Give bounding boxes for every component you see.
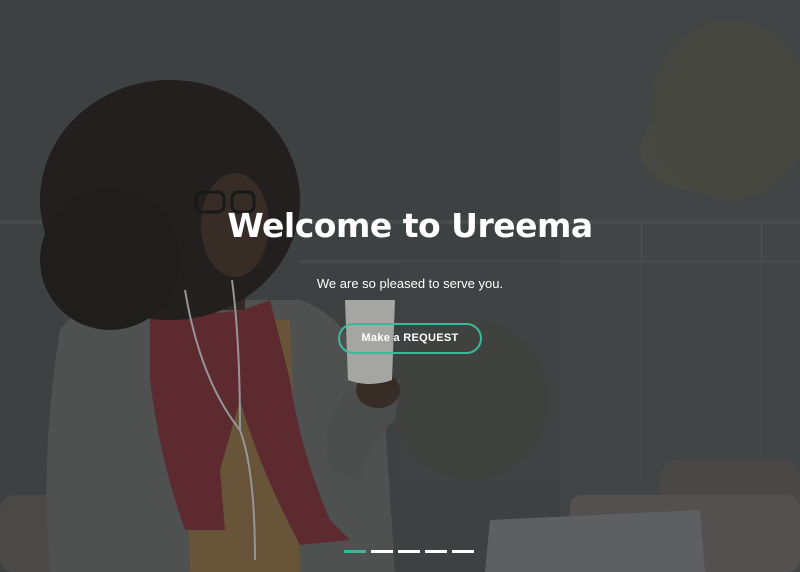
hero-content: Welcome to Ureema We are so pleased to s… (0, 0, 800, 572)
hero-section: Welcome to Ureema We are so pleased to s… (0, 0, 800, 572)
make-request-button[interactable]: Make a REQUEST (338, 323, 482, 354)
slide-indicator-3[interactable] (398, 550, 420, 553)
hero-subtitle: We are so pleased to serve you. (316, 276, 504, 291)
slide-indicator-2[interactable] (371, 550, 393, 553)
slide-indicator-1[interactable] (344, 550, 366, 553)
slide-indicator-4[interactable] (425, 550, 447, 553)
slider-indicators (344, 550, 474, 554)
slide-indicator-5[interactable] (452, 550, 474, 553)
hero-title: Welcome to Ureema (227, 206, 593, 245)
